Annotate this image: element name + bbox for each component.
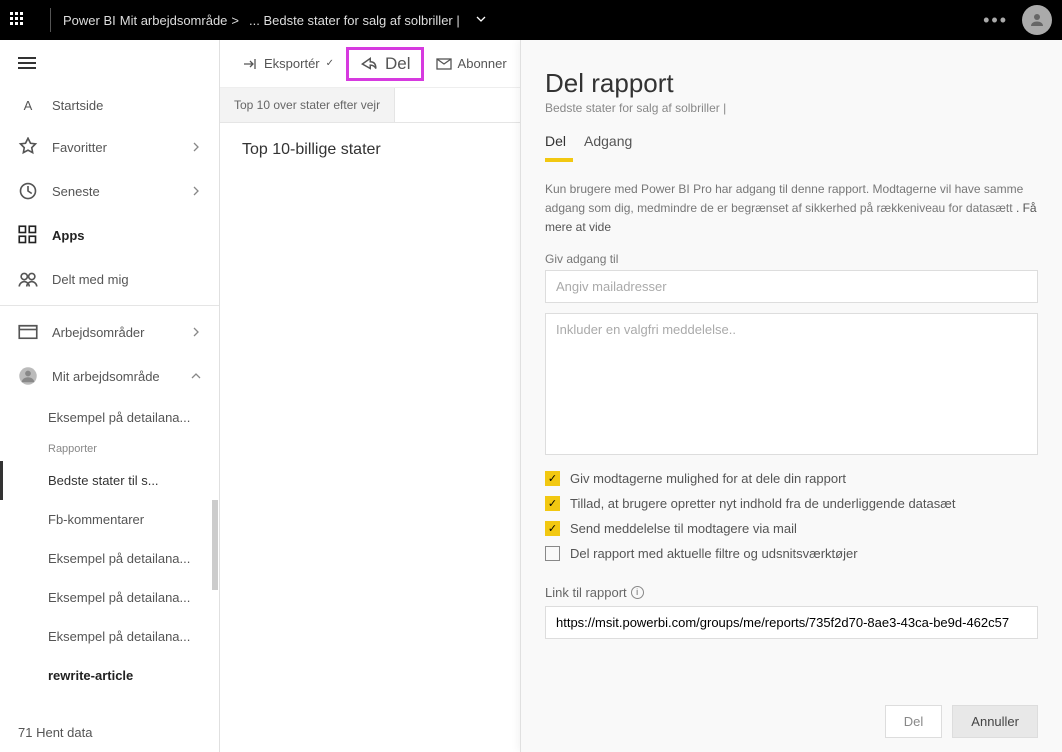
chevron-right-icon: [191, 184, 201, 199]
panel-buttons: Del Annuller: [545, 685, 1038, 738]
favorites-label: Favoritter: [52, 140, 107, 155]
ws-item[interactable]: Fb-kommentarer: [0, 500, 219, 539]
apps-icon: [18, 225, 38, 245]
panel-tab-share[interactable]: Del: [545, 133, 566, 155]
recent-label: Seneste: [52, 184, 100, 199]
ws-item[interactable]: Eksempel på detailana...: [0, 578, 219, 617]
ws-item[interactable]: rewrite-article: [0, 656, 219, 695]
ws-section: Rapporter: [0, 437, 219, 461]
workspaces-label: Arbejdsområder: [52, 325, 145, 340]
sidebar-shared[interactable]: Delt med mig: [0, 257, 219, 301]
workspaces-icon: [18, 322, 38, 342]
share-submit-button[interactable]: Del: [885, 705, 943, 738]
subscribe-button[interactable]: Abonner: [426, 50, 517, 78]
chevron-right-icon: [191, 140, 201, 155]
panel-title: Del rapport: [545, 68, 1038, 99]
message-textarea[interactable]: [545, 313, 1038, 455]
checkbox-icon: ✓: [545, 496, 560, 511]
home-prefix: A: [18, 98, 38, 113]
divider: [0, 305, 219, 306]
cancel-button[interactable]: Annuller: [952, 705, 1038, 738]
sidebar-apps[interactable]: Apps: [0, 213, 219, 257]
panel-description: Kun brugere med Power BI Pro har adgang …: [545, 180, 1038, 238]
myworkspace-label: Mit arbejdsområde: [52, 369, 160, 384]
chevron-down-icon[interactable]: [475, 13, 487, 28]
sidebar-home[interactable]: A Startside: [0, 86, 219, 125]
sidebar-favorites[interactable]: Favoritter: [0, 125, 219, 169]
app-launcher-icon[interactable]: [10, 12, 26, 28]
share-panel: Del rapport Bedste stater for salg af so…: [520, 40, 1062, 752]
header-bar: Power BI Mit arbejdsområde > ... Bedste …: [0, 0, 1062, 40]
more-icon[interactable]: •••: [983, 10, 1008, 31]
chevron-right-icon: [191, 325, 201, 340]
export-label: Eksportér: [264, 56, 320, 71]
workspace-crumb[interactable]: Mit arbejdsområde: [120, 13, 228, 28]
shared-label: Delt med mig: [52, 272, 129, 287]
sidebar-recent[interactable]: Seneste: [0, 169, 219, 213]
sidebar-myworkspace[interactable]: Mit arbejdsområde: [0, 354, 219, 398]
check-allow-reshare[interactable]: ✓ Giv modtagerne mulighed for at dele di…: [545, 471, 1038, 486]
check-current-filters[interactable]: Del rapport med aktuelle filtre og udsni…: [545, 546, 1038, 561]
tab-top10-weather[interactable]: Top 10 over stater efter vejr: [220, 88, 395, 122]
email-input[interactable]: [545, 270, 1038, 303]
clock-icon: [18, 181, 38, 201]
checkbox-icon: [545, 546, 560, 561]
tab-underline: [545, 158, 573, 162]
sidebar-workspaces[interactable]: Arbejdsområder: [0, 310, 219, 354]
star-icon: [18, 137, 38, 157]
hamburger-icon[interactable]: [0, 40, 219, 86]
app-name: Power BI: [63, 13, 116, 28]
checkbox-icon: ✓: [545, 471, 560, 486]
get-data-link[interactable]: 71 Hent data: [0, 713, 219, 752]
ws-item[interactable]: Eksempel på detailana...: [0, 398, 219, 437]
panel-tabs: Del Adgang: [545, 133, 1038, 155]
scrollbar[interactable]: [212, 500, 218, 590]
sidebar: A Startside Favoritter Seneste Apps Delt…: [0, 40, 220, 752]
share-button-highlighted[interactable]: Del: [346, 47, 424, 81]
ws-item[interactable]: Eksempel på detailana...: [0, 617, 219, 656]
share-label: Del: [385, 54, 411, 74]
home-label: Startside: [52, 98, 103, 113]
person-icon: [18, 366, 38, 386]
apps-label: Apps: [52, 228, 85, 243]
check-allow-build[interactable]: ✓ Tillad, at brugere opretter nyt indhol…: [545, 496, 1038, 511]
ws-item[interactable]: Eksempel på detailana...: [0, 539, 219, 578]
report-link-label: Link til rapport i: [545, 585, 1038, 600]
ws-item-active[interactable]: Bedste stater til s...: [0, 461, 219, 500]
checkbox-icon: ✓: [545, 521, 560, 536]
mail-icon: [436, 56, 452, 72]
report-link-input[interactable]: [545, 606, 1038, 639]
panel-subtitle: Bedste stater for salg af solbriller |: [545, 101, 1038, 115]
shared-icon: [18, 269, 38, 289]
share-icon: [359, 55, 377, 73]
subscribe-label: Abonner: [458, 56, 507, 71]
export-button[interactable]: Eksportér ✓: [232, 50, 344, 78]
divider: [50, 8, 51, 32]
crumb-sep: >: [231, 13, 239, 28]
panel-tab-access[interactable]: Adgang: [584, 133, 632, 155]
export-icon: [242, 56, 258, 72]
check-send-email[interactable]: ✓ Send meddelelse til modtagere via mail: [545, 521, 1038, 536]
report-crumb[interactable]: ... Bedste stater for salg af solbriller…: [249, 13, 460, 28]
chevron-up-icon: [191, 369, 201, 384]
info-icon[interactable]: i: [631, 586, 644, 599]
grant-access-label: Giv adgang til: [545, 252, 1038, 266]
user-avatar[interactable]: [1022, 5, 1052, 35]
